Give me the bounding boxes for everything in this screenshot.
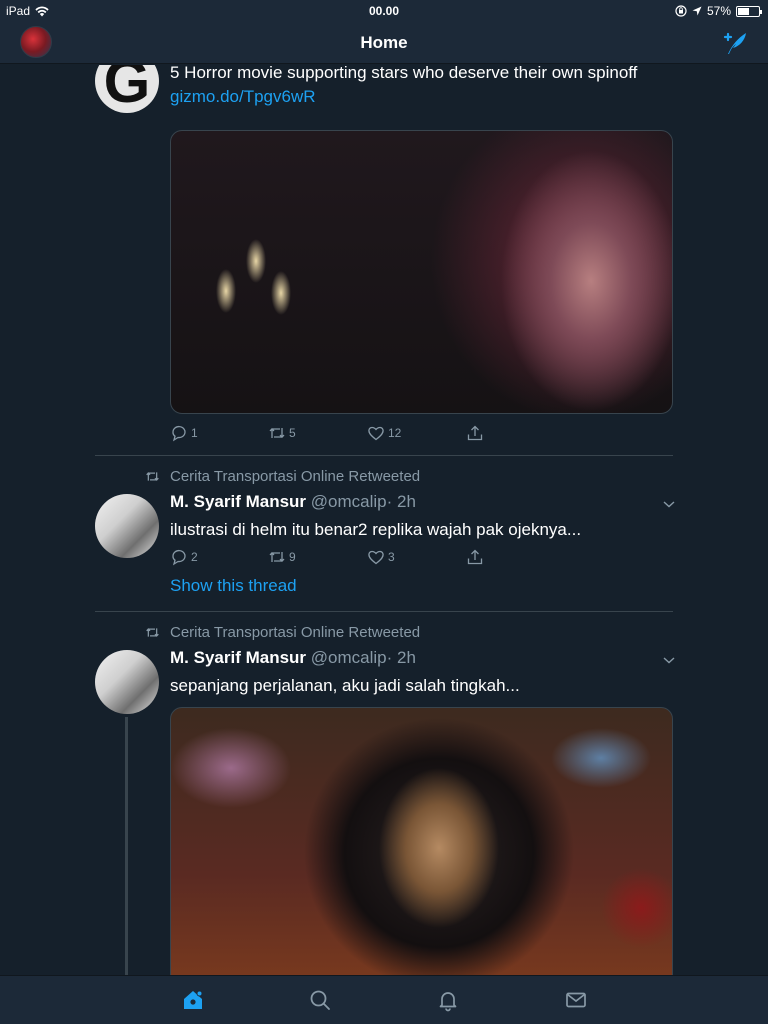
status-time: 00.00: [368, 4, 400, 18]
retweet-icon: [269, 552, 285, 562]
share-icon: [467, 549, 483, 565]
reply-count: 2: [191, 550, 198, 564]
chevron-down-icon[interactable]: [662, 499, 676, 509]
tweet-media-image[interactable]: [170, 707, 673, 975]
share-button[interactable]: [466, 548, 484, 566]
reply-icon: [172, 549, 186, 566]
author-name[interactable]: M. Syarif Mansur: [170, 648, 306, 667]
compose-tweet-icon[interactable]: [720, 29, 750, 57]
reply-count: 1: [191, 426, 198, 440]
battery-percent: 57%: [706, 4, 731, 18]
tweet-divider: [95, 611, 673, 612]
location-icon: [692, 6, 702, 16]
share-button[interactable]: [466, 424, 484, 442]
orientation-lock-icon: [675, 5, 687, 17]
bell-icon[interactable]: [436, 988, 460, 1012]
like-button[interactable]: 12: [367, 424, 401, 442]
tweet-link[interactable]: gizmo.do/Tpgv6wR: [170, 87, 316, 106]
retweet-context[interactable]: Cerita Transportasi Online Retweeted: [145, 468, 420, 485]
reply-button[interactable]: 1: [170, 424, 198, 442]
retweet-count: 9: [289, 550, 296, 564]
retweet-icon: [146, 628, 159, 637]
tweet-text: ilustrasi di helm itu benar2 replika waj…: [170, 520, 582, 539]
nav-bar: Home: [0, 22, 768, 64]
retweet-button[interactable]: 5: [268, 424, 296, 442]
heart-icon: [368, 426, 384, 441]
retweet-count: 5: [289, 426, 296, 440]
tweet-avatar[interactable]: [95, 494, 159, 558]
timeline[interactable]: G 5 Horror movie supporting stars who de…: [0, 65, 768, 975]
tweet-avatar[interactable]: [95, 650, 159, 714]
tweet-text: sepanjang perjalanan, aku jadi salah tin…: [170, 676, 520, 695]
show-thread-link[interactable]: Show this thread: [170, 576, 297, 596]
home-icon[interactable]: [181, 988, 205, 1012]
author-handle[interactable]: @omcalip: [311, 492, 387, 511]
retweet-context[interactable]: Cerita Transportasi Online Retweeted: [145, 624, 420, 641]
mail-icon[interactable]: [564, 988, 588, 1012]
heart-icon: [368, 550, 384, 565]
author-handle[interactable]: @omcalip: [311, 648, 387, 667]
like-count: 12: [388, 426, 402, 440]
like-button[interactable]: 3: [367, 548, 395, 566]
tweet-divider: [95, 455, 673, 456]
tweet-avatar[interactable]: G: [95, 65, 159, 113]
thread-connector: [125, 717, 128, 975]
tweet-time: · 2h: [386, 648, 416, 667]
tweet-media-image[interactable]: [170, 130, 673, 414]
tab-bar: [0, 975, 768, 1024]
tweet-actions: 1 5 12: [170, 424, 500, 446]
tweet-text: 5 Horror movie supporting stars who dese…: [170, 65, 638, 106]
retweet-button[interactable]: 9: [268, 548, 296, 566]
reply-icon: [172, 425, 186, 442]
retweet-icon: [269, 428, 285, 438]
search-icon[interactable]: [308, 988, 332, 1012]
tweet-actions: 2 9 3: [170, 548, 500, 570]
status-bar: iPad 00.00 57%: [0, 0, 768, 22]
author-name[interactable]: M. Syarif Mansur: [170, 492, 306, 511]
chevron-down-icon[interactable]: [662, 655, 676, 665]
share-icon: [467, 425, 483, 441]
like-count: 3: [388, 550, 395, 564]
battery-icon: [736, 5, 762, 17]
battery-level: [738, 7, 750, 15]
retweet-icon: [146, 472, 159, 481]
reply-button[interactable]: 2: [170, 548, 198, 566]
tweet-time: · 2h: [386, 492, 416, 511]
page-title: Home: [360, 33, 408, 52]
